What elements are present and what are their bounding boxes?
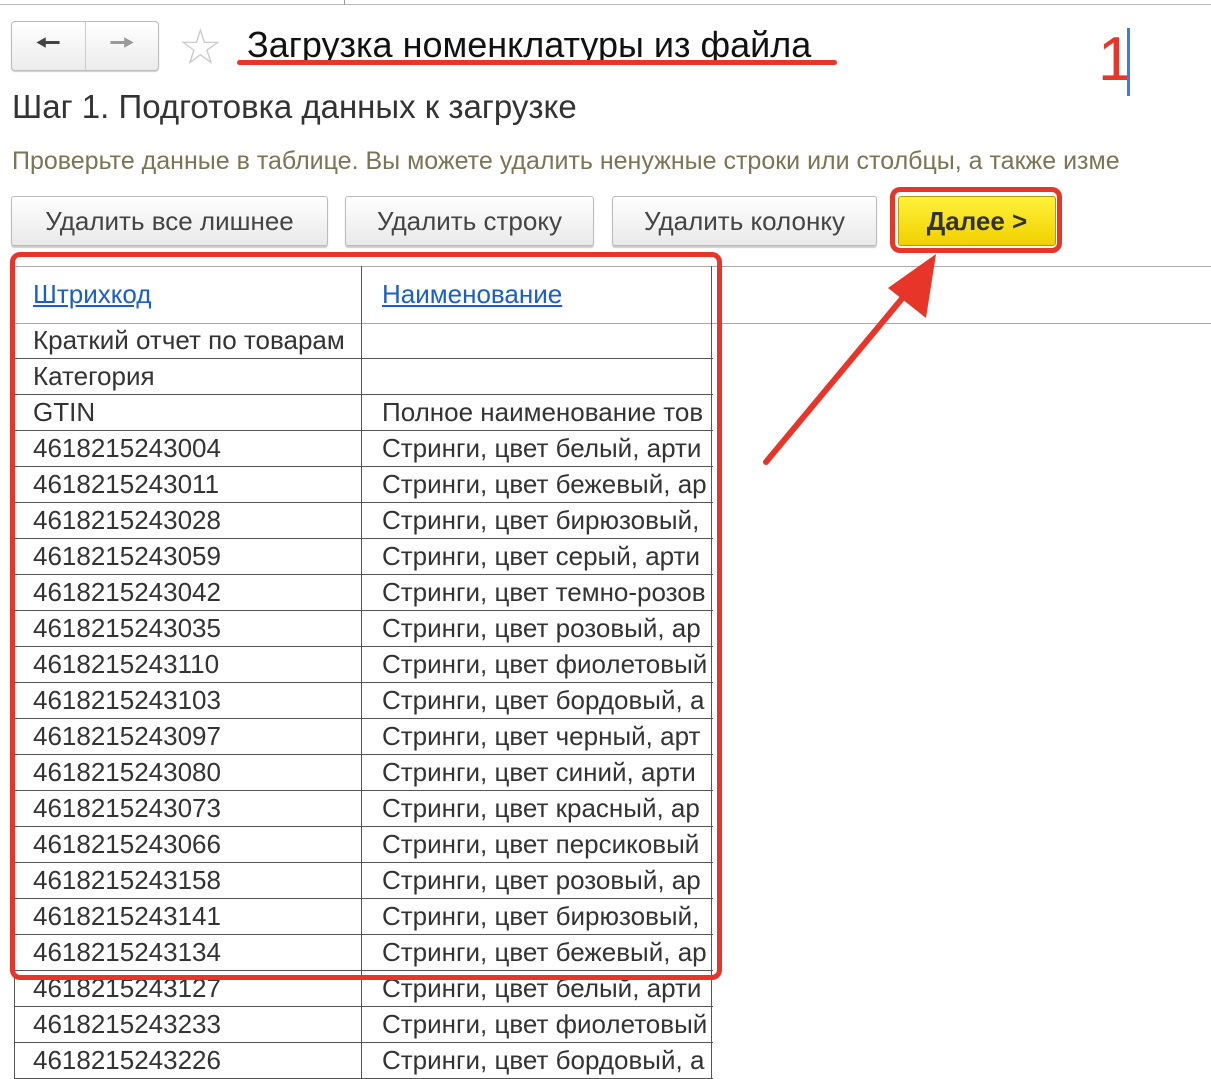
annotation-arrow: [763, 254, 936, 465]
